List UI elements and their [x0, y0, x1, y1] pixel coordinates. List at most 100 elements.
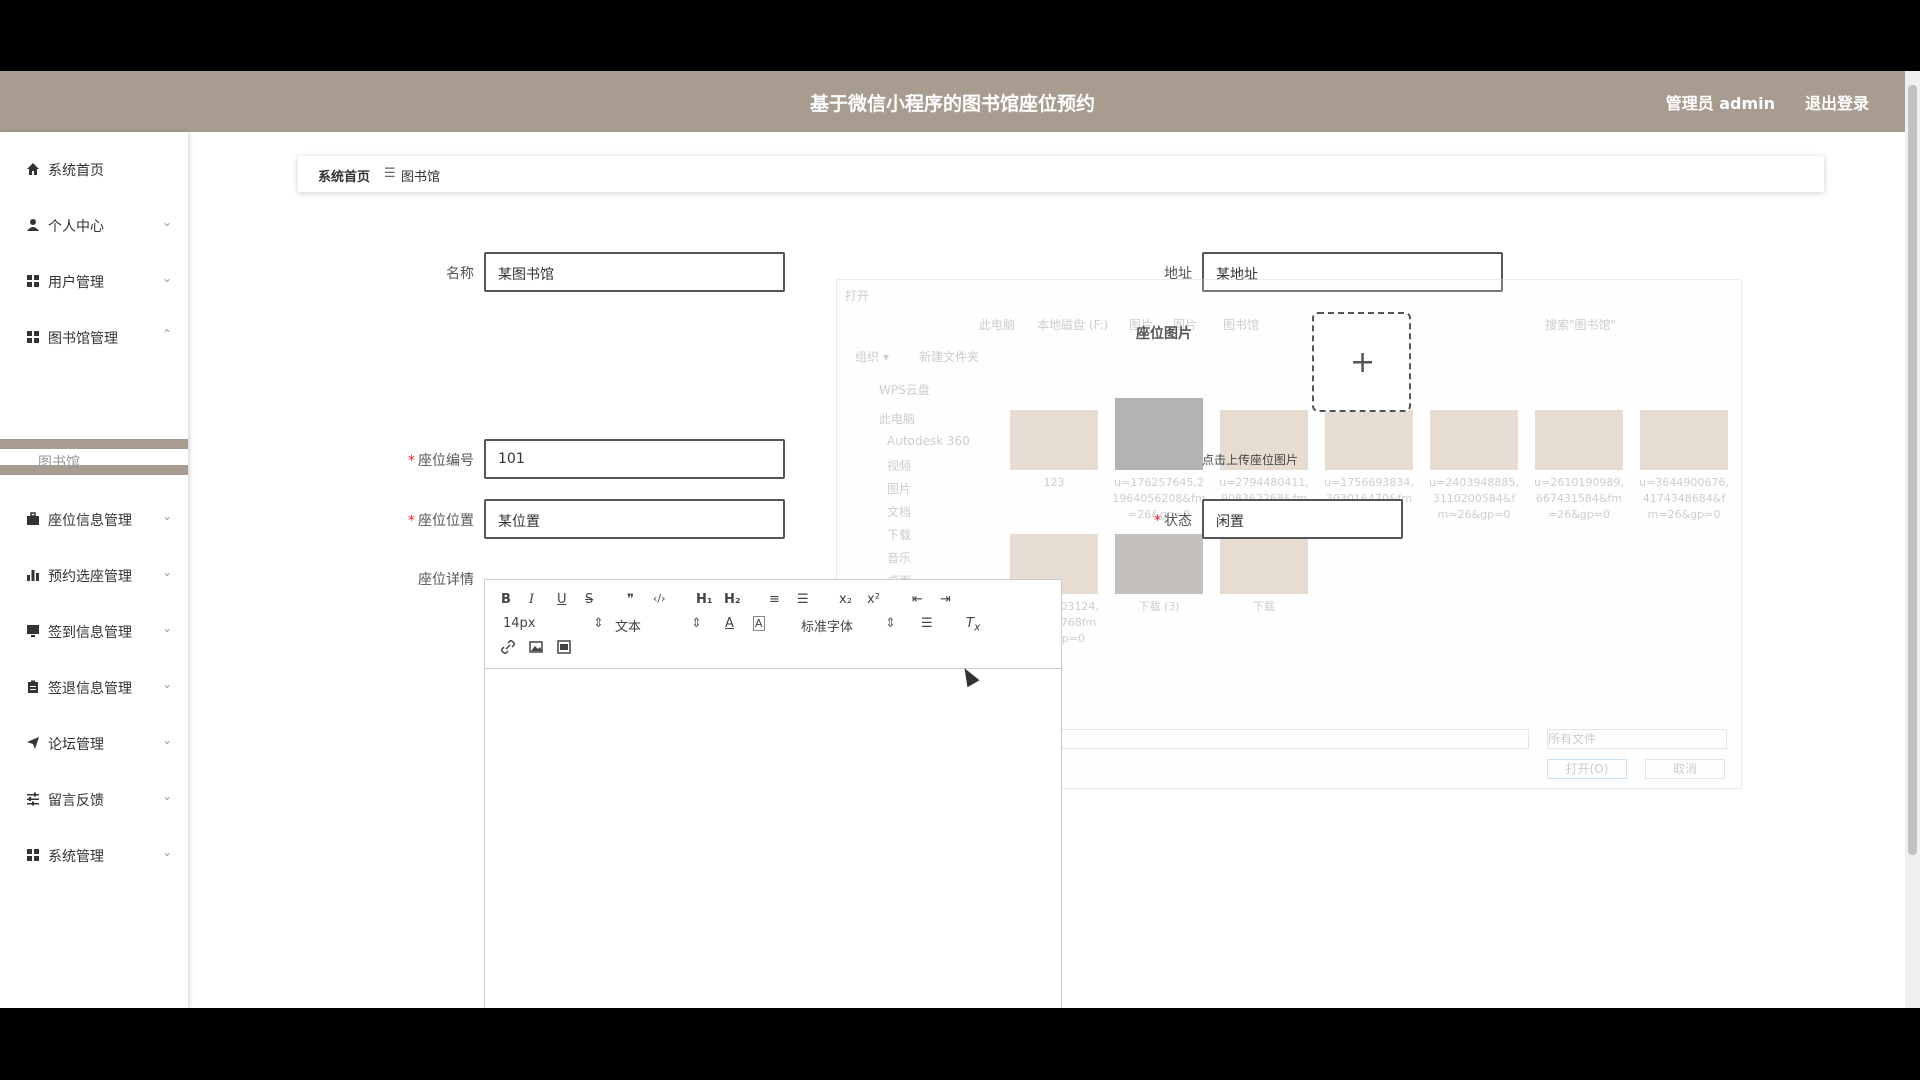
logout-link[interactable]: 退出登录 — [1805, 90, 1869, 114]
rich-text-editor: B I U S ❞ ‹/› H₁ H₂ ≡ ☰ x₂ x² ⇤ ⇥ 14px ⇕ … — [484, 579, 1062, 1008]
file-thumbnail — [1640, 410, 1728, 470]
breadcrumb-current: 图书馆 — [401, 170, 441, 185]
app-title: 基于微信小程序的图书馆座位预约 — [809, 93, 1095, 115]
upload-hint: 点击上传座位图片 — [1202, 453, 1299, 467]
select-arrows-icon: ⇕ — [691, 616, 702, 631]
seat-number-label-text: 座位编号 — [418, 453, 474, 469]
sidebar-item-seat-info[interactable]: 座位信息管理 ⌄ — [0, 499, 188, 539]
file-thumbnail — [1115, 534, 1203, 594]
align-icon[interactable]: ☰ — [921, 616, 933, 631]
sidebar-item-feedback[interactable]: 留言反馈 ⌄ — [0, 779, 188, 819]
dialog-new-folder: 新建文件夹 — [919, 350, 980, 364]
dialog-nav-item: Autodesk 360 — [887, 434, 970, 448]
seat-position-input[interactable]: 某位置 — [484, 499, 785, 539]
dialog-path-1: 此电脑 — [979, 318, 1016, 332]
sidebar-item-system[interactable]: 系统管理 ⌄ — [0, 835, 188, 875]
code-button[interactable]: ‹/› — [653, 592, 666, 605]
h1-button[interactable]: H₁ — [696, 592, 713, 607]
superscript-button[interactable]: x² — [867, 592, 880, 607]
text-style-select[interactable]: 文本 ⇕ — [615, 616, 705, 635]
blockquote-button[interactable]: ❞ — [627, 592, 634, 607]
seat-position-label: * 座位位置 — [384, 510, 474, 530]
dialog-cancel-button: 取消 — [1645, 759, 1725, 779]
home-icon — [26, 162, 40, 176]
font-family-select[interactable]: 标准字体 ⇕ — [801, 616, 901, 635]
dialog-organize: 组织 ▾ — [855, 350, 889, 364]
ordered-list-button[interactable]: ≡ — [769, 592, 780, 607]
sidebar-item-checkout[interactable]: 签退信息管理 ⌄ — [0, 667, 188, 707]
sliders-icon — [26, 792, 40, 806]
file-thumbnail — [1010, 410, 1098, 470]
underline-button[interactable]: U — [557, 592, 567, 607]
file-thumbnail — [1535, 410, 1623, 470]
sidebar-item-home[interactable]: 系统首页 — [0, 149, 188, 189]
name-input[interactable]: 某图书馆 — [484, 252, 785, 292]
sidebar-item-label: 系统管理 — [48, 849, 104, 865]
chevron-down-icon: ⌄ — [162, 733, 173, 747]
app-window: 基于微信小程序的图书馆座位预约 管理员 admin 退出登录 系统首页 个人中心… — [0, 71, 1905, 1008]
dialog-search: 搜索"图书馆" — [1545, 318, 1617, 332]
file-thumbnail — [1325, 410, 1413, 470]
file-thumbnail — [1430, 410, 1518, 470]
video-icon[interactable] — [557, 640, 571, 658]
dialog-file-type-label: 所有文件 — [1548, 732, 1597, 746]
sidebar-item-forum[interactable]: 论坛管理 ⌄ — [0, 723, 188, 763]
clipboard-icon — [26, 680, 40, 694]
status-input[interactable]: 闲置 — [1202, 499, 1403, 539]
font-family-value: 标准字体 — [801, 620, 854, 635]
chevron-down-icon: ⌄ — [162, 509, 173, 523]
sidebar-item-checkin[interactable]: 签到信息管理 ⌄ — [0, 611, 188, 651]
page-scrollbar[interactable] — [1905, 71, 1920, 1008]
breadcrumb: 系统首页 ☰ 图书馆 — [298, 156, 1824, 192]
image-label: 座位图片 — [1136, 326, 1192, 342]
bar-chart-icon — [26, 568, 40, 582]
seat-number-input[interactable]: 101 — [484, 439, 785, 479]
subscript-button[interactable]: x₂ — [839, 592, 852, 607]
italic-button[interactable]: I — [529, 592, 534, 607]
sidebar-item-label: 留言反馈 — [48, 793, 104, 809]
sidebar-item-library[interactable]: 图书馆管理 ⌃ — [0, 317, 188, 357]
sidebar-item-profile[interactable]: 个人中心 ⌄ — [0, 205, 188, 245]
font-color-icon[interactable]: A — [725, 616, 734, 631]
dialog-filename-input: 下载 — [1029, 729, 1529, 749]
dialog-file-type: 所有文件 — [1547, 729, 1727, 749]
strike-button[interactable]: S — [585, 592, 593, 607]
image-icon[interactable] — [529, 640, 543, 658]
dialog-title: 打开 — [845, 289, 870, 303]
image-upload-button[interactable]: + — [1312, 312, 1411, 412]
file-thumbnail — [1220, 534, 1308, 594]
address-input[interactable]: 某地址 — [1202, 252, 1503, 292]
required-mark: * — [1154, 513, 1161, 529]
scrollbar-thumb[interactable] — [1908, 85, 1917, 855]
clear-format-icon[interactable]: Tx — [966, 616, 980, 634]
plus-icon: + — [1350, 345, 1376, 380]
grid-icon — [26, 274, 40, 288]
grid-icon — [26, 848, 40, 862]
sidebar-item-label: 签退信息管理 — [48, 681, 132, 697]
sidebar-item-reservation[interactable]: 预约选座管理 ⌄ — [0, 555, 188, 595]
dialog-open-button: 打开(O) — [1547, 759, 1627, 779]
breadcrumb-home[interactable]: 系统首页 — [318, 166, 370, 185]
admin-user-label[interactable]: 管理员 admin — [1666, 90, 1775, 114]
sidebar-item-users[interactable]: 用户管理 ⌄ — [0, 261, 188, 301]
bold-button[interactable]: B — [501, 592, 511, 607]
sidebar-subitem-library[interactable]: 图书馆 — [0, 439, 188, 475]
font-size-select[interactable]: 14px ⇕ — [503, 616, 604, 631]
chevron-down-icon: ⌄ — [162, 565, 173, 579]
h2-button[interactable]: H₂ — [724, 592, 741, 607]
dialog-open-button-label: 打开(O) — [1565, 762, 1609, 776]
text-style-value: 文本 — [615, 620, 642, 635]
font-size-value: 14px — [503, 616, 536, 631]
top-header: 基于微信小程序的图书馆座位预约 管理员 admin 退出登录 — [0, 71, 1905, 132]
required-mark: * — [408, 513, 415, 529]
outdent-button[interactable]: ⇤ — [912, 592, 923, 607]
link-icon[interactable] — [501, 640, 515, 658]
bullet-list-button[interactable]: ☰ — [797, 592, 809, 607]
background-color-icon[interactable]: A — [753, 616, 765, 631]
sidebar-item-label: 座位信息管理 — [48, 513, 132, 529]
sidebar-item-label: 系统首页 — [48, 163, 104, 179]
indent-button[interactable]: ⇥ — [940, 592, 951, 607]
dialog-nav-item: 文档 — [887, 505, 912, 519]
file-thumbnail — [1115, 398, 1203, 470]
briefcase-icon — [26, 512, 40, 526]
